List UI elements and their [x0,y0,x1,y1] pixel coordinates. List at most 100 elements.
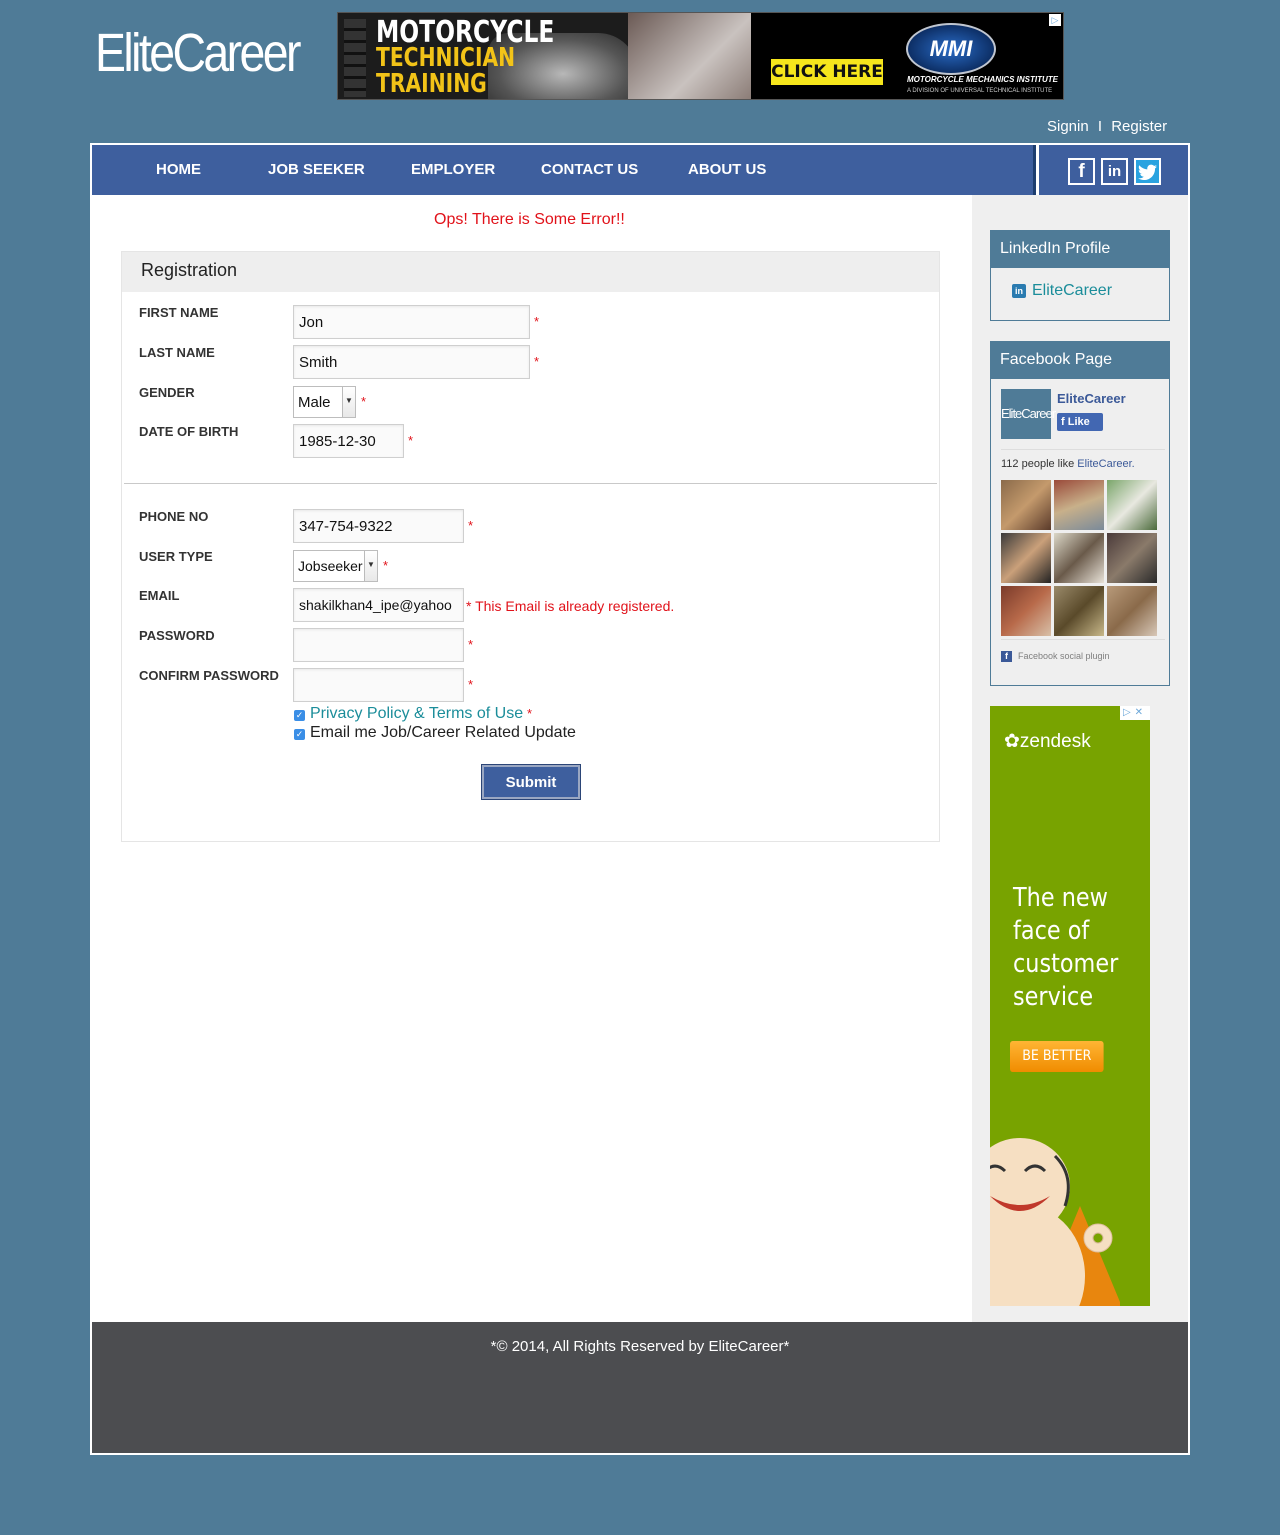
email-label: EMAIL [139,588,180,603]
chevron-down-icon: ▼ [342,387,355,417]
nav-contact-us[interactable]: CONTACT US [541,161,638,178]
facebook-icon: f [1001,651,1012,662]
phone-label: PHONE NO [139,509,209,524]
updates-checkbox[interactable]: ✓ [294,729,305,740]
confirm-password-input[interactable] [293,668,464,702]
linkedin-icon: in [1012,284,1026,298]
divider [1001,639,1165,640]
password-input[interactable] [293,628,464,662]
facebook-page-name[interactable]: EliteCareer [1057,391,1126,406]
copyright-text: *© 2014, All Rights Reserved by EliteCar… [490,1338,790,1355]
updates-label: Email me Job/Career Related Update [310,724,576,741]
signin-link[interactable]: Signin [1047,118,1089,135]
ad-brand-division: A DIVISION OF UNIVERSAL TECHNICAL INSTIT… [907,88,1053,94]
page-frame: HOME JOB SEEKER EMPLOYER CONTACT US ABOU… [90,143,1190,1455]
facebook-icon[interactable]: f [1068,158,1095,185]
like-count-text: 112 people like [1001,458,1075,470]
form-divider [124,483,937,484]
linkedin-link-text: EliteCareer [1032,282,1113,299]
panel-title: Registration [122,252,939,292]
privacy-policy-link[interactable]: Privacy Policy & Terms of Use [310,705,523,723]
register-link[interactable]: Register [1111,118,1167,135]
nav-about-us[interactable]: ABOUT US [688,161,766,178]
gender-select-value: Male [298,394,331,411]
auth-separator: I [1097,118,1103,135]
zendesk-logo: ✿zendesk [1004,731,1091,752]
required-mark: * [383,558,389,573]
facebook-like-label: Like [1067,416,1090,428]
fan-avatar[interactable] [1054,480,1104,530]
privacy-checkbox[interactable]: ✓ [294,710,305,721]
confirm-password-label: CONFIRM PASSWORD [139,668,279,683]
linkedin-profile-link[interactable]: in EliteCareer [1012,282,1112,300]
last-name-input[interactable]: Smith [293,345,530,379]
facebook-like-count: 112 people like EliteCareer. [1001,458,1135,470]
facebook-icon: f [1061,416,1068,428]
ad-brand-logo: MMI [906,23,996,75]
required-mark: * [534,354,540,369]
facebook-box-title: Facebook Page [991,342,1169,379]
linkedin-profile-box: LinkedIn Profile in EliteCareer [990,230,1170,321]
fan-avatar[interactable] [1107,480,1157,530]
social-links: f in [1039,145,1188,195]
fan-avatar[interactable] [1054,533,1104,583]
main-nav: HOME JOB SEEKER EMPLOYER CONTACT US ABOU… [92,145,1036,195]
last-name-label: LAST NAME [139,345,215,360]
email-input[interactable]: shakilkhan4_ipe@yahoo [293,588,464,622]
facebook-like-button[interactable]: f Like [1057,413,1103,431]
user-type-label: USER TYPE [139,549,213,564]
first-name-label: FIRST NAME [139,305,219,320]
plugin-label: Facebook social plugin [1018,651,1110,661]
facebook-page-logo[interactable]: EliteCareer [1001,389,1056,439]
be-better-button[interactable]: BE BETTER [1010,1041,1104,1072]
sidebar: LinkedIn Profile in EliteCareer Facebook… [972,195,1188,1322]
required-mark: * [468,637,474,652]
required-mark: * [468,677,474,692]
fan-avatar[interactable] [1054,586,1104,636]
required-mark: * [527,706,533,721]
footer: *© 2014, All Rights Reserved by EliteCar… [92,1322,1188,1453]
required-mark: * [361,394,367,409]
gender-select[interactable]: Male ▼ [293,386,356,418]
twitter-icon[interactable] [1134,158,1161,185]
user-type-select[interactable]: Jobseeker ▼ [293,550,378,582]
nav-home[interactable]: HOME [156,161,201,178]
zendesk-ad[interactable]: ▷✕ ✿zendesk The new face of customer ser… [990,706,1150,1306]
zendesk-logo-text: zendesk [1019,731,1091,752]
fan-avatar[interactable] [1001,533,1051,583]
ad-person-image [628,13,751,99]
gender-label: GENDER [139,385,195,400]
ad-right-panel: CLICK HERE MMI MOTORCYCLE MECHANICS INST… [751,13,1063,99]
linkedin-icon[interactable]: in [1101,158,1128,185]
site-logo[interactable]: EliteCareer [95,22,301,84]
like-count-link[interactable]: EliteCareer. [1077,458,1134,470]
error-banner: Ops! There is Some Error!! [434,211,625,228]
first-name-input[interactable]: Jon [293,305,530,339]
user-type-select-value: Jobseeker [298,558,363,574]
linkedin-box-title: LinkedIn Profile [991,231,1169,268]
email-error-message: * This Email is already registered. [466,598,675,614]
ad-decoration [344,19,366,97]
divider [1001,449,1165,450]
facebook-page-box: Facebook Page EliteCareer EliteCareer f … [990,341,1170,686]
zendesk-ad-headline: The new face of customer service [1013,883,1119,1012]
adchoices-icon[interactable]: ▷✕ [1120,706,1150,720]
required-mark: * [408,433,414,448]
fan-avatar[interactable] [1107,586,1157,636]
ad-brand-subtitle: MOTORCYCLE MECHANICS INSTITUTE [907,75,1058,84]
fan-avatar[interactable] [1001,586,1051,636]
fan-avatar[interactable] [1001,480,1051,530]
nav-job-seeker[interactable]: JOB SEEKER [268,161,365,178]
top-banner-ad[interactable]: MOTORCYCLE TECHNICIAN TRAINING CLICK HER… [337,12,1064,100]
fan-avatar[interactable] [1107,533,1157,583]
adchoices-icon[interactable]: ▷ [1049,14,1061,26]
ad-click-here-button[interactable]: CLICK HERE [771,59,883,85]
required-mark: * [534,314,540,329]
auth-links: Signin I Register [1047,118,1167,135]
facebook-social-plugin[interactable]: f Facebook social plugin [1001,651,1110,662]
buddha-illustration [990,1138,1120,1306]
submit-button[interactable]: Submit [482,765,580,799]
nav-employer[interactable]: EMPLOYER [411,161,495,178]
phone-input[interactable]: 347-754-9322 [293,509,464,543]
dob-input[interactable]: 1985-12-30 [293,424,404,458]
